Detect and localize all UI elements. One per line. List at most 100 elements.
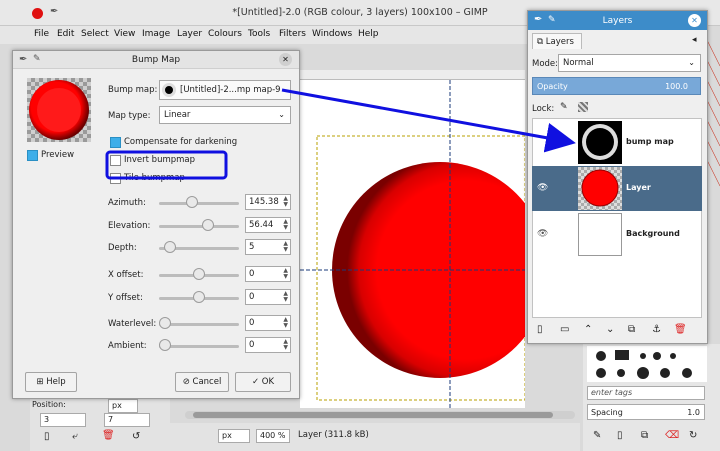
delete-icon[interactable]: 🗑 — [102, 430, 115, 441]
elevation-spinbox[interactable]: 56.44 ▲ ▼ — [245, 217, 291, 233]
pin-icon[interactable]: ✒ — [50, 6, 58, 17]
preview-thumbnail — [27, 78, 91, 142]
refresh-brush-icon[interactable]: ↻ — [689, 430, 697, 441]
depth-knob[interactable] — [163, 241, 176, 253]
visibility-eye-icon[interactable]: 👁 — [537, 183, 548, 193]
preview-checkbox[interactable] — [27, 150, 38, 161]
spin-arrows-icon[interactable]: ▲ ▼ — [283, 268, 288, 280]
layer-row-background[interactable]: 👁 Background — [532, 212, 702, 257]
help-button[interactable]: ⊞ Help — [25, 372, 77, 392]
menu-layer[interactable]: Layer — [177, 29, 202, 39]
menu-filters[interactable]: Filters — [279, 29, 306, 39]
yoffset-spinbox[interactable]: 0 ▲ ▼ — [245, 289, 291, 305]
horizontal-scrollbar[interactable] — [185, 411, 575, 419]
waterlevel-spinbox[interactable]: 0 ▲ ▼ — [245, 315, 291, 331]
restore-icon[interactable]: ⤶ — [72, 431, 78, 442]
ambient-spinbox[interactable]: 0 ▲ ▼ — [245, 337, 291, 353]
brush-thumbnails[interactable] — [587, 346, 707, 382]
background-thumb — [578, 213, 622, 256]
dialog-titlebar: ✒ ✎ Bump Map ✕ — [13, 51, 299, 69]
duplicate-layer-icon[interactable]: ⧉ — [628, 324, 635, 335]
save-icon[interactable]: ▯ — [44, 431, 50, 442]
menu-view[interactable]: View — [114, 29, 135, 39]
map-type-select[interactable]: Linear ⌄ — [159, 106, 291, 124]
window-title: *[Untitled]-2.0 (RGB colour, 3 layers) 1… — [232, 7, 488, 18]
azimuth-knob[interactable] — [186, 196, 199, 208]
xoffset-label: X offset: — [108, 270, 144, 280]
lower-layer-icon[interactable]: ⌄ — [606, 324, 614, 335]
menu-file[interactable]: File — [34, 29, 49, 39]
invert-label: Invert bumpmap — [124, 155, 196, 165]
spin-arrows-icon[interactable]: ▲ ▼ — [283, 317, 288, 329]
azimuth-spinbox[interactable]: 145.38 ▲ ▼ — [245, 194, 291, 210]
lock-pixels-icon[interactable]: ✎ — [560, 102, 568, 112]
ok-button[interactable]: ✓ OK — [235, 372, 291, 392]
reset-icon[interactable]: ↺ — [132, 431, 140, 442]
azimuth-slider[interactable] — [159, 202, 239, 205]
duplicate-brush-icon[interactable]: ⧉ — [641, 430, 648, 441]
position-x-field[interactable]: 3 — [40, 413, 86, 427]
ambient-slider[interactable] — [159, 345, 239, 348]
spin-arrows-icon[interactable]: ▲ ▼ — [283, 196, 288, 208]
delete-brush-icon[interactable]: ⌫ — [665, 430, 679, 441]
menu-select[interactable]: Select — [81, 29, 109, 39]
layer-row-bump-map[interactable]: bump map — [532, 120, 702, 165]
waterlevel-slider[interactable] — [159, 323, 239, 326]
new-brush-icon[interactable]: ▯ — [617, 430, 623, 441]
ok-button-label: OK — [261, 377, 275, 387]
compensate-checkbox[interactable] — [110, 137, 121, 148]
spin-arrows-icon[interactable]: ▲ ▼ — [283, 291, 288, 303]
preview-label: Preview — [41, 150, 75, 160]
bump-map-dialog: ✒ ✎ Bump Map ✕ Preview Bump map: [Untitl… — [12, 50, 300, 399]
zoom-select[interactable]: 400 % — [256, 429, 290, 443]
bump-map-select[interactable]: [Untitled]-2...mp map-9 — [159, 80, 291, 100]
lock-alpha-icon[interactable] — [578, 102, 588, 112]
position-y-field[interactable]: 7 — [104, 413, 150, 427]
opacity-slider[interactable]: Opacity 100.0 — [532, 77, 701, 95]
layer-row-layer[interactable]: 👁 Layer — [532, 166, 702, 211]
delete-layer-icon[interactable]: 🗑 — [674, 324, 687, 335]
bump-map-label: Bump map: — [108, 85, 158, 95]
menu-windows[interactable]: Windows — [312, 29, 352, 39]
waterlevel-knob[interactable] — [159, 317, 171, 329]
ambient-knob[interactable] — [159, 339, 171, 351]
yoffset-knob[interactable] — [193, 291, 205, 303]
new-layer-icon[interactable]: ▯ — [537, 324, 543, 335]
edit-brush-icon[interactable]: ✎ — [593, 430, 601, 441]
close-dot-icon[interactable] — [32, 8, 43, 19]
close-icon[interactable]: ✕ — [688, 14, 701, 27]
mode-select[interactable]: Normal ⌄ — [558, 54, 701, 72]
opacity-value: 100.0 — [665, 82, 688, 91]
spin-arrows-icon[interactable]: ▲ ▼ — [283, 219, 288, 231]
new-group-icon[interactable]: ▭ — [560, 324, 569, 335]
menu-help[interactable]: Help — [358, 29, 379, 39]
xoffset-value: 0 — [249, 269, 255, 279]
elevation-slider[interactable] — [159, 225, 239, 228]
depth-spinbox[interactable]: 5 ▲ ▼ — [245, 239, 291, 255]
close-icon[interactable]: ✕ — [279, 53, 292, 66]
tab-layers[interactable]: ⧉ Layers — [532, 33, 582, 49]
visibility-eye-icon[interactable]: 👁 — [537, 229, 548, 239]
menu-colours[interactable]: Colours — [208, 29, 242, 39]
anchor-layer-icon[interactable]: ⚓ — [652, 324, 661, 335]
tile-checkbox[interactable] — [110, 173, 121, 184]
menu-tools[interactable]: Tools — [248, 29, 270, 39]
cancel-button[interactable]: ⊘ Cancel — [175, 372, 229, 392]
xoffset-spinbox[interactable]: 0 ▲ ▼ — [245, 266, 291, 282]
tab-menu-icon[interactable]: ◂ — [692, 35, 697, 45]
invert-checkbox[interactable] — [110, 155, 121, 166]
spacing-slider[interactable]: Spacing 1.0 — [587, 404, 705, 420]
position-unit-select[interactable]: px — [108, 399, 138, 413]
horizontal-ruler[interactable] — [300, 70, 525, 80]
raise-layer-icon[interactable]: ⌃ — [584, 324, 592, 335]
scrollbar-thumb[interactable] — [193, 412, 553, 418]
menu-image[interactable]: Image — [142, 29, 170, 39]
elevation-knob[interactable] — [201, 219, 214, 231]
layer-name: bump map — [626, 137, 674, 146]
tags-input[interactable]: enter tags — [587, 386, 705, 400]
xoffset-knob[interactable] — [193, 268, 205, 280]
spin-arrows-icon[interactable]: ▲ ▼ — [283, 241, 288, 253]
unit-select[interactable]: px — [218, 429, 250, 443]
menu-edit[interactable]: Edit — [57, 29, 74, 39]
spin-arrows-icon[interactable]: ▲ ▼ — [283, 339, 288, 351]
